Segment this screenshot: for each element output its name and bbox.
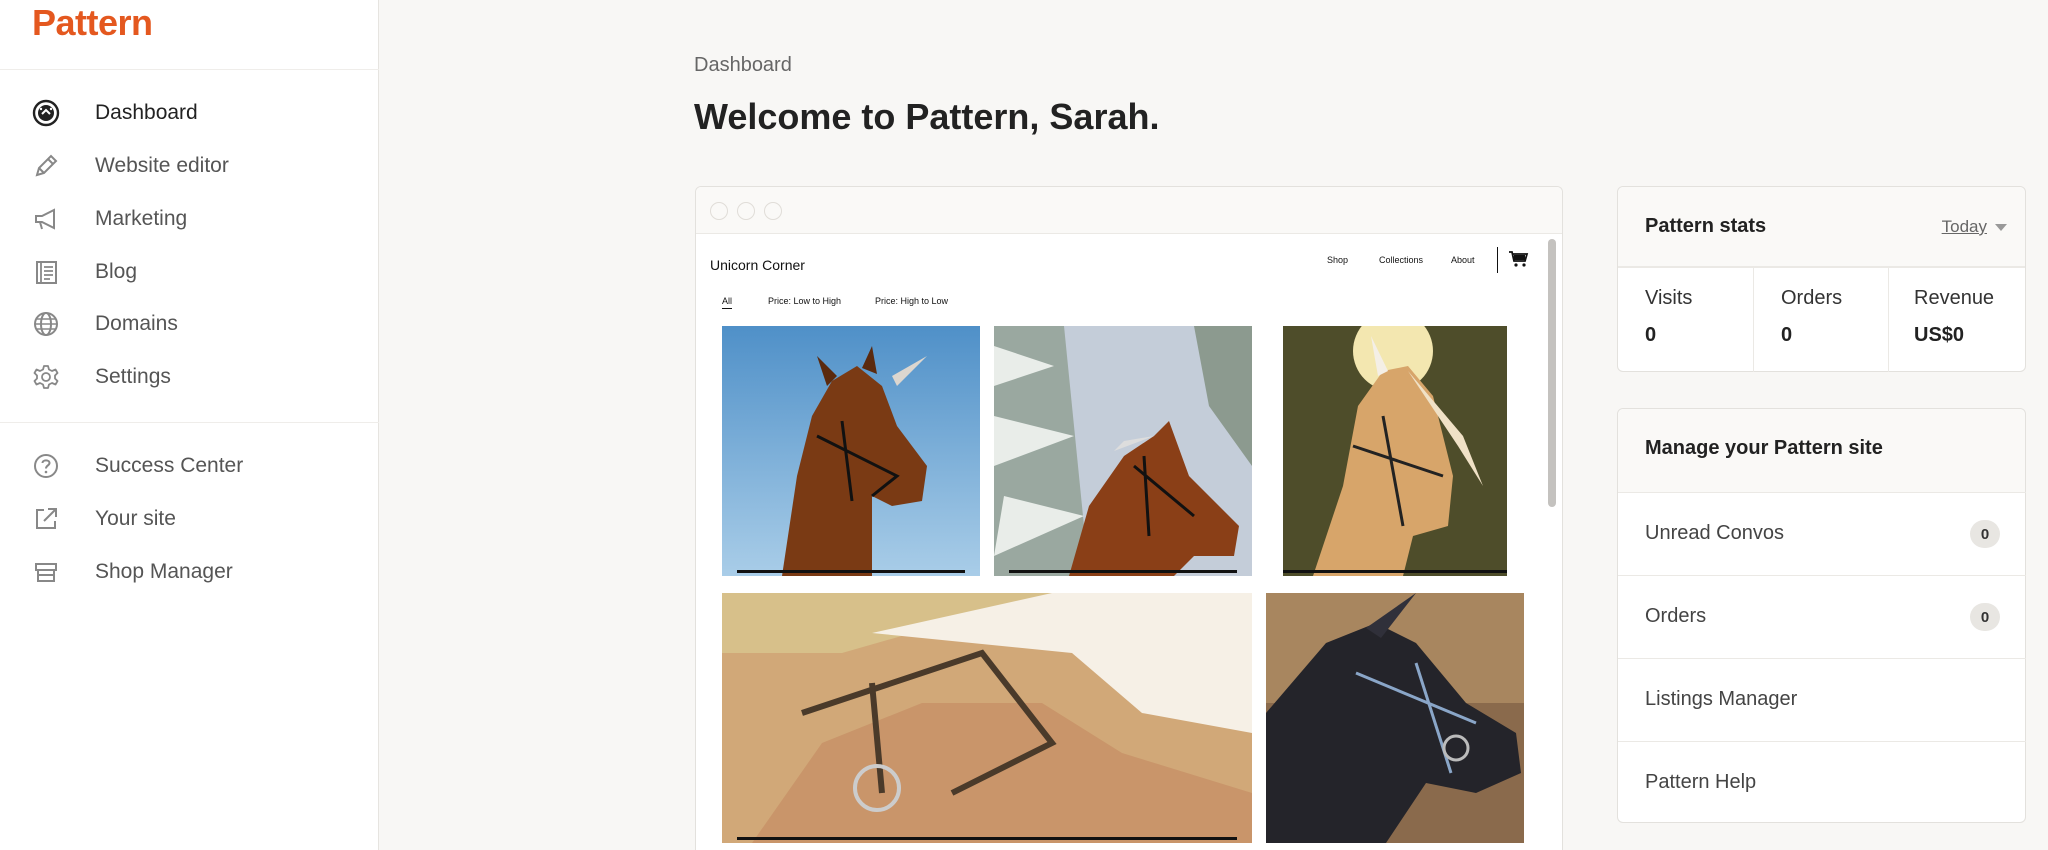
- preview-nav-divider: [1497, 247, 1498, 273]
- stats-title: Pattern stats: [1645, 215, 1767, 237]
- help-circle-icon: [34, 454, 58, 478]
- sidebar-item-label: Domains: [95, 312, 178, 335]
- sidebar-item-label: Success Center: [95, 454, 244, 477]
- stat-label: Orders: [1781, 287, 1843, 309]
- pencil-icon: [35, 154, 58, 177]
- sidebar-item-label: Dashboard: [95, 101, 198, 124]
- sidebar-item-marketing[interactable]: Marketing: [0, 195, 379, 243]
- preview-filter-low-high: Price: Low to High: [768, 296, 842, 306]
- preview-filter-high-low: Price: High to Low: [875, 296, 949, 306]
- sidebar-item-label: Shop Manager: [95, 560, 233, 583]
- sidebar-item-label: Settings: [95, 365, 171, 388]
- sidebar-item-settings[interactable]: Settings: [0, 353, 379, 401]
- window-dot: [737, 202, 755, 220]
- product-photo: [722, 593, 1252, 843]
- sidebar-item-shop-manager[interactable]: Shop Manager: [0, 548, 379, 596]
- manage-row-label: Pattern Help: [1645, 771, 1757, 793]
- preview-nav-collections: Collections: [1379, 255, 1424, 265]
- sidebar-item-domains[interactable]: Domains: [0, 300, 379, 348]
- sidebar-item-blog[interactable]: Blog: [0, 248, 379, 296]
- stat-orders: Orders 0: [1754, 267, 1888, 372]
- product-photo: [722, 326, 980, 576]
- sidebar-item-website-editor[interactable]: Website editor: [0, 142, 379, 190]
- breadcrumb: Dashboard: [694, 54, 792, 76]
- sidebar-divider: [0, 69, 379, 70]
- store-icon: [35, 563, 57, 582]
- stat-value: 0: [1781, 324, 1793, 346]
- stats-period-dropdown[interactable]: Today: [1942, 217, 2007, 237]
- stat-value: 0: [1645, 324, 1657, 346]
- manage-card: Manage your Pattern site Unread Convos 0…: [1617, 408, 2026, 823]
- manage-row-orders[interactable]: Orders 0: [1618, 575, 2026, 658]
- window-dot: [710, 202, 728, 220]
- preview-window-bar: [696, 187, 1562, 234]
- manage-row-label: Listings Manager: [1645, 688, 1798, 710]
- blog-icon: [36, 261, 57, 284]
- globe-icon: [34, 312, 58, 336]
- site-preview[interactable]: Unicorn Corner Shop Collections About Al…: [695, 186, 1563, 850]
- stat-visits: Visits 0: [1618, 267, 1753, 372]
- count-badge: 0: [1970, 603, 2000, 631]
- stat-revenue: Revenue US$0: [1888, 267, 2025, 372]
- pattern-logo[interactable]: Pattern: [32, 2, 153, 44]
- stat-label: Revenue: [1914, 287, 1995, 309]
- window-dot: [764, 202, 782, 220]
- manage-row-unread-convos[interactable]: Unread Convos 0: [1618, 492, 2026, 575]
- sidebar-item-success-center[interactable]: Success Center: [0, 442, 379, 490]
- sidebar-item-label: Website editor: [95, 154, 229, 177]
- external-link-icon: [36, 508, 57, 529]
- preview-filter-all: All: [722, 296, 733, 309]
- manage-row-label: Unread Convos: [1645, 522, 1784, 544]
- sidebar-item-label: Marketing: [95, 207, 188, 230]
- sidebar-item-label: Your site: [95, 507, 176, 530]
- preview-nav-shop: Shop: [1327, 255, 1349, 265]
- product-photo: [994, 326, 1252, 576]
- sidebar-item-your-site[interactable]: Your site: [0, 495, 379, 543]
- preview-shop-name: Unicorn Corner: [710, 257, 805, 273]
- sidebar: Pattern Dashboard Website editor Marketi…: [0, 0, 379, 850]
- product-photo: [1283, 326, 1507, 576]
- cart-icon: [1509, 251, 1529, 267]
- product-photo: [1266, 593, 1524, 843]
- manage-row-pattern-help[interactable]: Pattern Help: [1618, 741, 2026, 824]
- dashboard-icon: [32, 99, 60, 127]
- stats-divider: [1618, 267, 2025, 268]
- megaphone-icon: [35, 208, 55, 230]
- gear-icon: [33, 365, 59, 389]
- stat-value: US$0: [1914, 324, 1965, 346]
- page-title: Welcome to Pattern, Sarah.: [694, 96, 1160, 137]
- manage-title: Manage your Pattern site: [1645, 437, 1883, 459]
- stat-label: Visits: [1645, 287, 1693, 309]
- count-badge: 0: [1970, 520, 2000, 548]
- manage-row-listings-manager[interactable]: Listings Manager: [1618, 658, 2026, 741]
- stats-period-label: Today: [1941, 217, 1987, 236]
- stats-card: Pattern stats Today Visits 0 Orders 0 Re…: [1617, 186, 2026, 372]
- sidebar-item-dashboard[interactable]: Dashboard: [0, 89, 379, 137]
- sidebar-item-label: Blog: [95, 260, 138, 283]
- manage-row-label: Orders: [1645, 605, 1707, 627]
- sidebar-divider: [0, 422, 379, 423]
- preview-scrollbar[interactable]: [1548, 239, 1556, 507]
- chevron-down-icon: [1995, 224, 2007, 232]
- preview-nav-about: About: [1451, 255, 1475, 265]
